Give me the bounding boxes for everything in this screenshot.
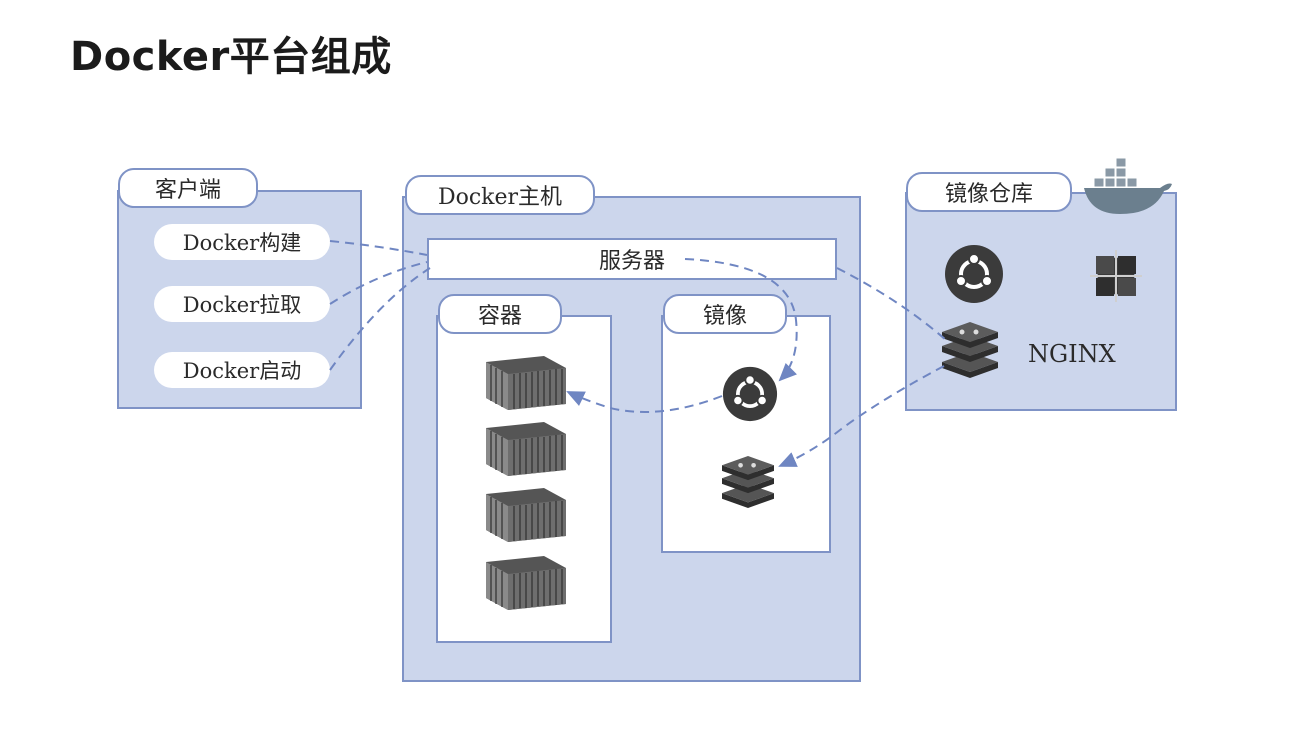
run-connector	[329, 267, 431, 371]
image-to-container-connector	[566, 391, 723, 413]
build-connector	[329, 240, 428, 256]
connector-arrows	[329, 240, 947, 467]
registry-to-image-connector	[778, 365, 945, 467]
server-to-registry-connector	[836, 267, 947, 341]
server-to-image-connector	[684, 258, 798, 382]
pull-connector	[329, 261, 428, 305]
